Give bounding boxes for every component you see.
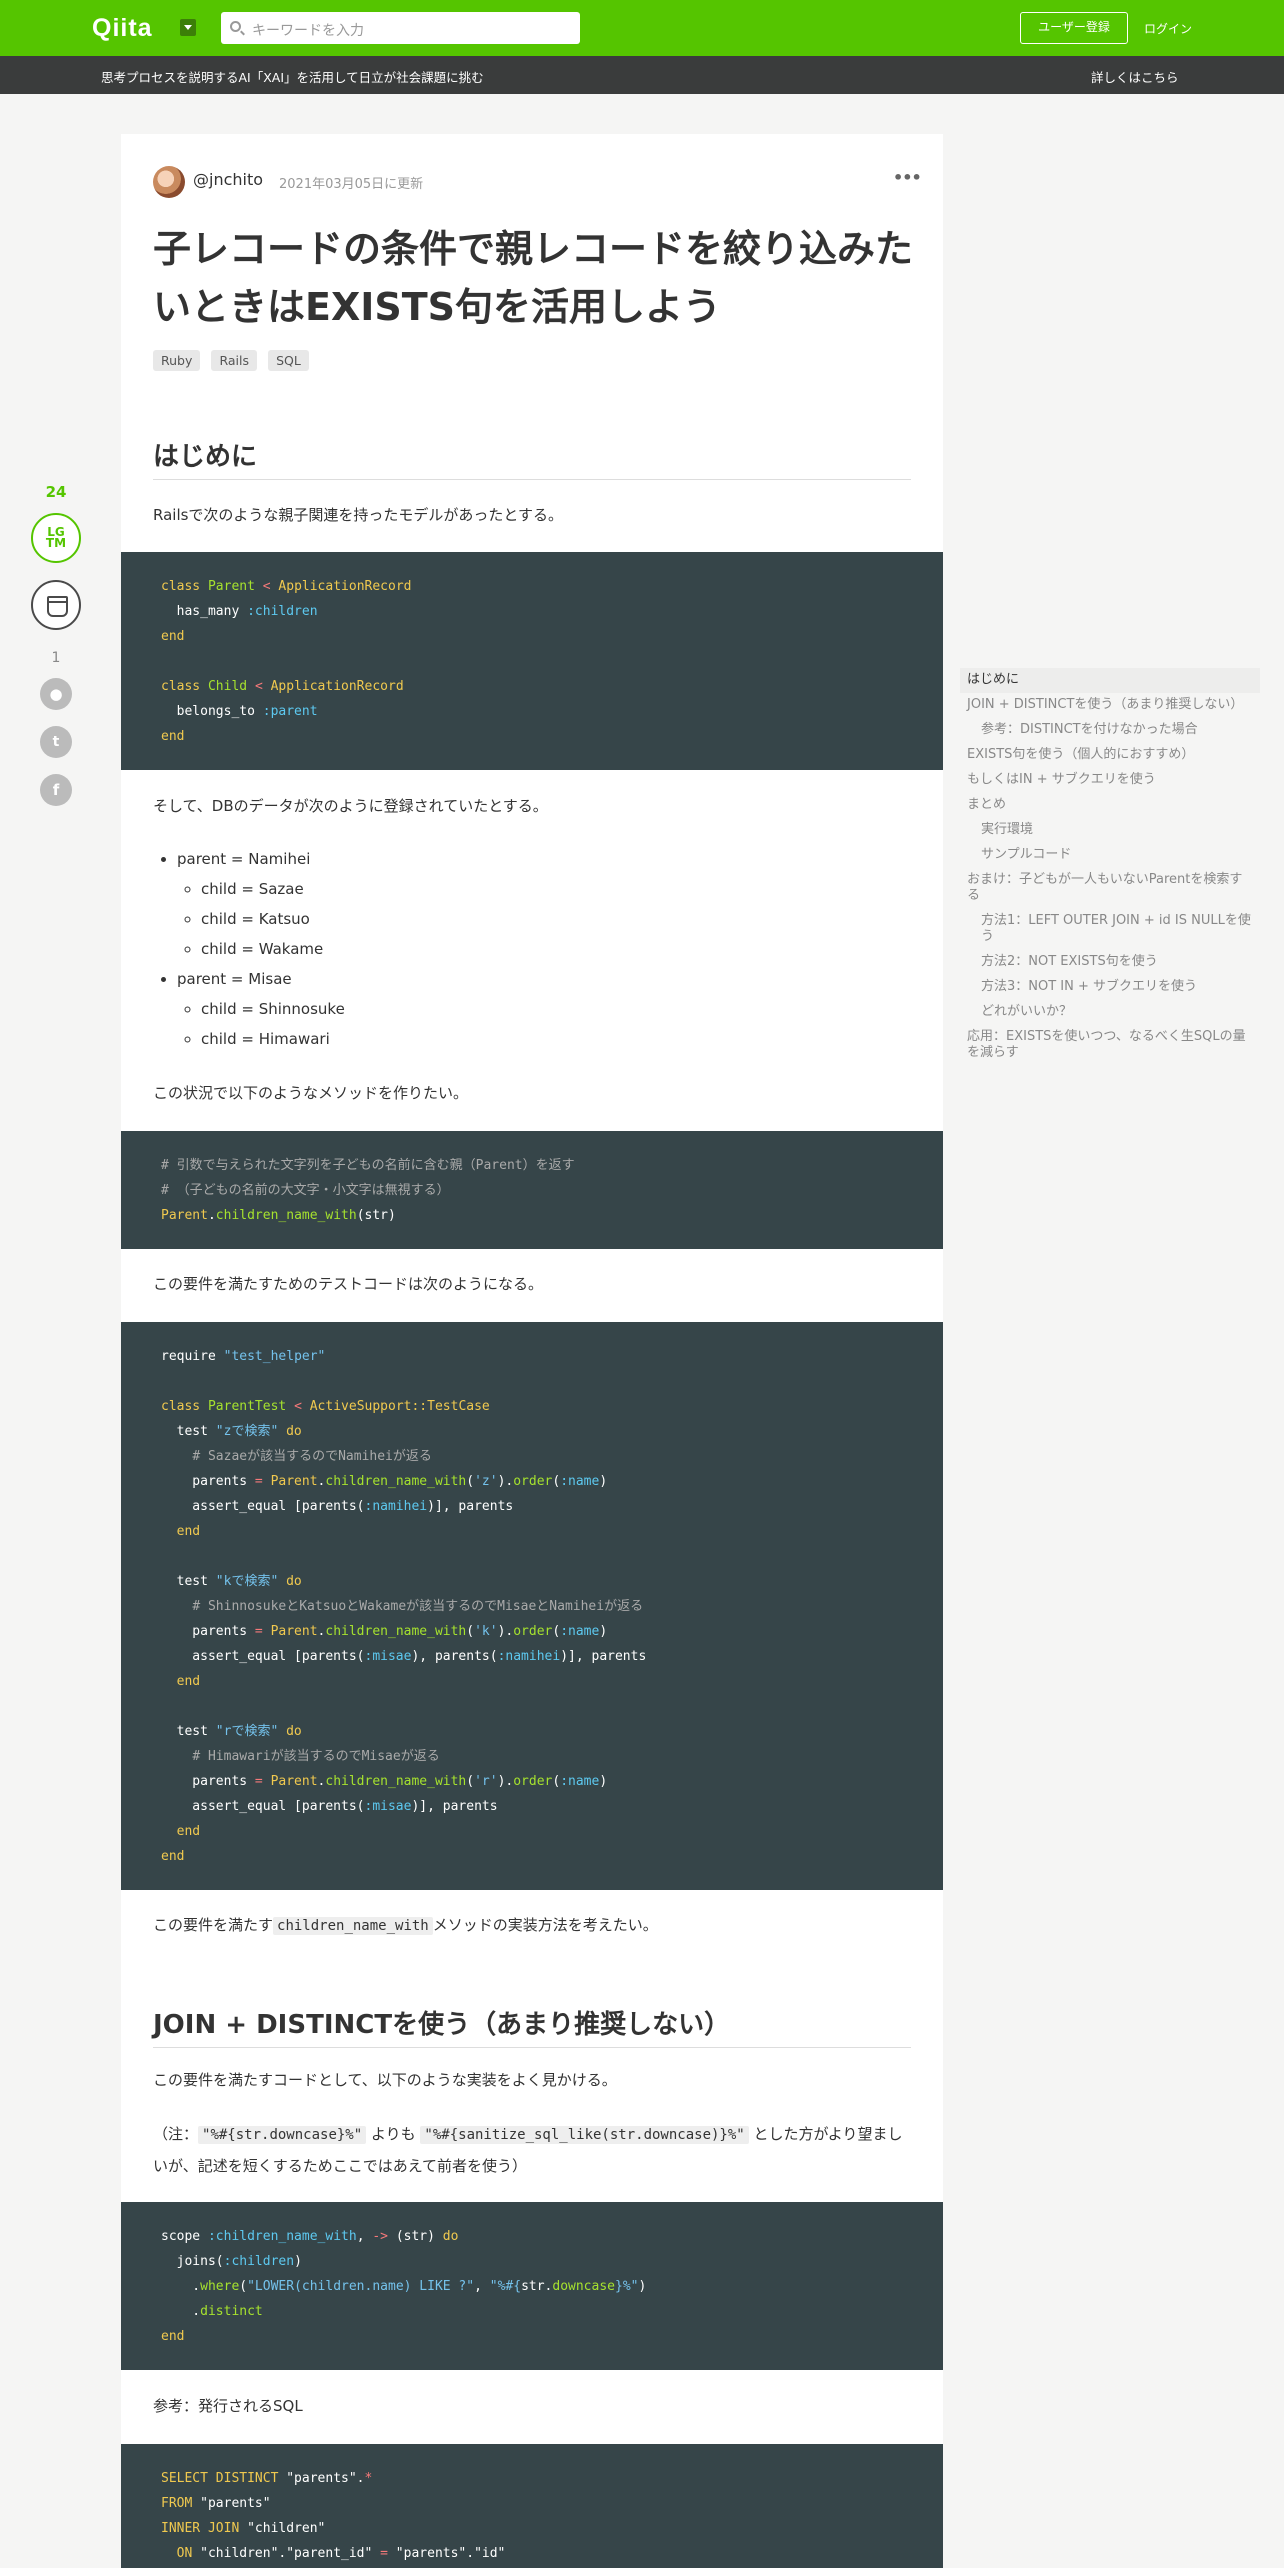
paragraph: Railsで次のような親子関連を持ったモデルがあったとする。 [153, 506, 563, 524]
heading-join-distinct: JOIN + DISTINCTを使う（あまり推奨しない） [153, 2004, 911, 2048]
data-list: parent = Namihei child = Sazae child = K… [177, 844, 345, 1054]
toc-item[interactable]: まとめ [960, 793, 1260, 818]
paragraph: この要件を満たすコードとして、以下のような実装をよく見かける。 [153, 2071, 617, 2089]
paragraph: そして、DBのデータが次のように登録されていたとする。 [153, 797, 548, 815]
toc-item[interactable]: 方法3：NOT IN + サブクエリを使う [960, 975, 1260, 1000]
global-header: Qiita キーワードを入力 ユーザー登録 ログイン [0, 0, 1284, 56]
author-username[interactable]: @jnchito [193, 170, 263, 189]
toc-item[interactable]: サンプルコード [960, 843, 1260, 868]
toc-item[interactable]: 方法2：NOT EXISTS句を使う [960, 950, 1260, 975]
code-block-scope: scope :children_name_with, -> (str) do j… [121, 2202, 943, 2370]
toc-item[interactable]: 方法1：LEFT OUTER JOIN + id IS NULLを使う [960, 909, 1260, 950]
facebook-icon[interactable]: f [40, 774, 72, 806]
inline-code: "%#{str.downcase}%" [198, 2126, 367, 2144]
paragraph: 参考：発行されるSQL [153, 2397, 303, 2415]
article-card: @jnchito 2021年03月05日に更新 ••• 子レコードの条件で親レコ… [121, 134, 943, 2568]
lgtm-button[interactable]: LG TM [31, 513, 81, 563]
comment-icon[interactable]: ● [40, 678, 72, 710]
search-icon [230, 21, 241, 32]
list-item: parent = Misae child = Shinnosuke child … [177, 964, 345, 1054]
updated-date: 2021年03月05日に更新 [279, 177, 424, 192]
qiita-logo[interactable]: Qiita [92, 14, 153, 43]
table-of-contents: はじめに JOIN + DISTINCTを使う（あまり推奨しない） 参考：DIS… [960, 668, 1260, 1066]
paragraph-note: （注： "%#{str.downcase}%" よりも "%#{sanitize_… [153, 2125, 903, 2175]
code-block-models: class Parent < ApplicationRecord has_man… [121, 552, 943, 770]
toc-item[interactable]: どれがいいか？ [960, 1000, 1260, 1025]
toc-item[interactable]: おまけ：子どもが一人もいないParentを検索する [960, 868, 1260, 909]
code-block-test: require "test_helper" class ParentTest <… [121, 1322, 943, 1890]
list-item: child = Wakame [201, 934, 345, 964]
more-menu-icon[interactable]: ••• [893, 168, 922, 187]
tag-list: Ruby Rails SQL [153, 350, 315, 371]
tag-ruby[interactable]: Ruby [153, 350, 201, 371]
toc-item[interactable]: はじめに [960, 668, 1260, 693]
banner-more-link[interactable]: 詳しくはこちら [1091, 67, 1179, 86]
stock-button[interactable] [31, 580, 81, 630]
login-link[interactable]: ログイン [1144, 20, 1192, 37]
toc-item[interactable]: 参考：DISTINCTを付けなかった場合 [960, 718, 1260, 743]
search-placeholder: キーワードを入力 [252, 23, 364, 39]
signup-button[interactable]: ユーザー登録 [1020, 12, 1128, 44]
paragraph: この要件を満たす children_name_with メソッドの実装方法を考えたい… [153, 1916, 658, 1935]
toc-item[interactable]: 実行環境 [960, 818, 1260, 843]
toc-item[interactable]: もしくはIN + サブクエリを使う [960, 768, 1260, 793]
list-item: parent = Namihei child = Sazae child = K… [177, 844, 345, 964]
code-block-sql: SELECT DISTINCT "parents".* FROM "parent… [121, 2444, 943, 2568]
paragraph: この状況で以下のようなメソッドを作りたい。 [153, 1084, 469, 1102]
toc-item[interactable]: EXISTS句を使う（個人的におすすめ） [960, 743, 1260, 768]
chevron-down-icon[interactable] [180, 19, 196, 36]
search-input[interactable]: キーワードを入力 [221, 12, 580, 44]
list-item: child = Katsuo [201, 904, 345, 934]
list-item: child = Shinnosuke [201, 994, 345, 1024]
inline-code: "%#{sanitize_sql_like(str.downcase)}%" [420, 2126, 749, 2144]
paragraph: この要件を満たすためのテストコードは次のようになる。 [153, 1275, 544, 1293]
list-item: child = Sazae [201, 874, 345, 904]
tag-rails[interactable]: Rails [211, 350, 258, 371]
inline-code: children_name_with [273, 1917, 433, 1935]
heading-intro: はじめに [153, 436, 911, 480]
banner-message[interactable]: 思考プロセスを説明するAI「XAI」を活用して日立が社会課題に挑む [101, 67, 484, 86]
code-block-method: # 引数で与えられた文字列を子どもの名前に含む親（Parent）を返す # （子… [121, 1131, 943, 1249]
toc-item[interactable]: JOIN + DISTINCTを使う（あまり推奨しない） [960, 693, 1260, 718]
toc-item[interactable]: 応用：EXISTSを使いつつ、なるべく生SQLの量を減らす [960, 1025, 1260, 1066]
comment-count: 1 [51, 650, 61, 666]
tag-sql[interactable]: SQL [268, 350, 309, 371]
avatar[interactable] [153, 166, 185, 198]
ad-banner: 思考プロセスを説明するAI「XAI」を活用して日立が社会課題に挑む 詳しくはこち… [0, 56, 1284, 94]
lgtm-label-bottom: TM [45, 536, 67, 550]
lgtm-count: 24 [45, 483, 67, 501]
twitter-icon[interactable]: t [40, 726, 72, 758]
article-title: 子レコードの条件で親レコードを絞り込みたいときはEXISTS句を活用しよう [153, 227, 914, 329]
list-item: child = Himawari [201, 1024, 345, 1054]
